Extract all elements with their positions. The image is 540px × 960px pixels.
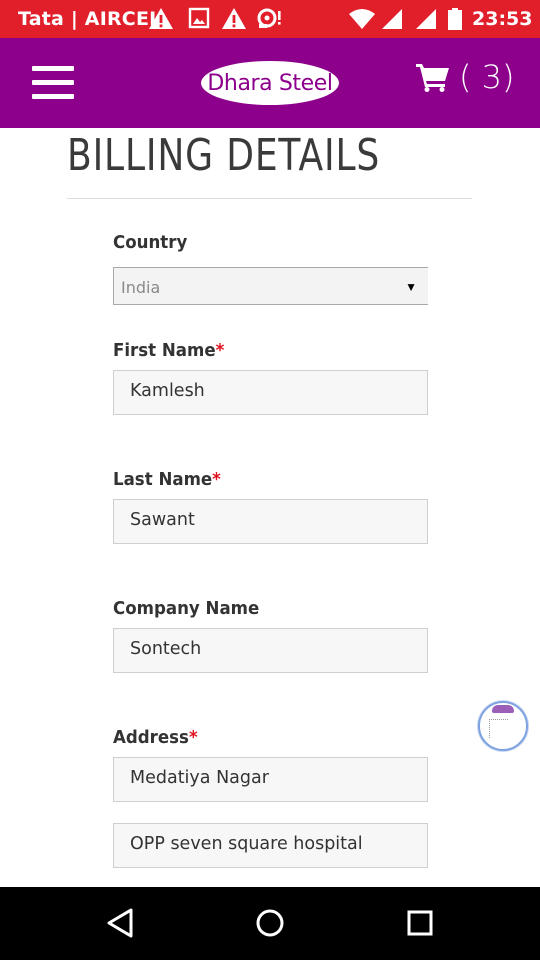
floating-assistant-button[interactable] [478, 701, 528, 751]
last-name-input[interactable]: Sawant [113, 499, 428, 544]
brand-name: Dhara Steel [207, 70, 333, 96]
status-bar: Tata | AIRCEL 23:53 [0, 0, 540, 38]
company-name-label: Company Name [113, 599, 260, 619]
menu-icon [32, 66, 74, 71]
required-marker: * [212, 470, 221, 490]
battery-icon [448, 8, 462, 30]
country-select[interactable]: India ▼ [113, 267, 428, 305]
first-name-input[interactable]: Kamlesh [113, 370, 428, 415]
page-title: BILLING DETAILS [67, 130, 381, 181]
company-name-input[interactable]: Sontech [113, 628, 428, 673]
carrier-name: Tata | AIRCEL [18, 8, 162, 30]
signal-icon [416, 9, 436, 29]
bubble-icon [492, 705, 514, 713]
image-icon [188, 7, 210, 29]
brand-logo[interactable]: Dhara Steel [201, 61, 339, 105]
address-line2-input[interactable]: OPP seven square hospital [113, 823, 428, 868]
recents-icon[interactable] [406, 907, 434, 939]
country-label: Country [113, 233, 188, 253]
wifi-icon [349, 9, 375, 29]
last-name-value: Sawant [130, 510, 195, 530]
required-marker: * [215, 341, 225, 361]
back-icon[interactable] [106, 907, 134, 939]
warning-icon [149, 8, 173, 29]
clock: 23:53 [472, 8, 533, 30]
cart-icon [416, 64, 449, 92]
first-name-value: Kamlesh [130, 381, 205, 401]
system-nav-bar [0, 887, 540, 960]
last-name-label: Last Name* [113, 470, 221, 490]
home-icon[interactable] [255, 907, 285, 939]
cart-count: ( 3) [459, 58, 515, 96]
address-line1-value: Medatiya Nagar [130, 768, 269, 788]
sync-alert-icon [257, 8, 281, 28]
address-line1-input[interactable]: Medatiya Nagar [113, 757, 428, 802]
required-marker: * [188, 728, 198, 748]
signal-icon [382, 9, 402, 29]
address-line2-value: OPP seven square hospital [130, 834, 363, 854]
menu-button[interactable] [32, 66, 74, 100]
country-value: India [121, 278, 161, 297]
app-header: Dhara Steel ( 3) [0, 38, 540, 128]
first-name-label: First Name* [113, 341, 225, 361]
warning-icon [222, 8, 246, 29]
company-name-value: Sontech [130, 639, 202, 659]
title-divider [67, 198, 472, 199]
address-label: Address* [113, 728, 198, 748]
dropdown-arrow-icon: ▼ [405, 280, 417, 294]
